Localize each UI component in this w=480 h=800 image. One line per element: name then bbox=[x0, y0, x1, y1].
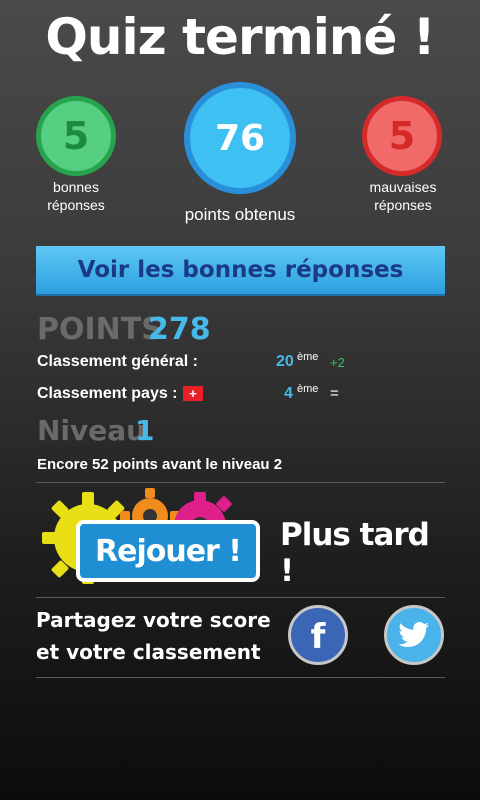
share-prompt-line2: et votre classement bbox=[36, 640, 261, 664]
twitter-icon bbox=[398, 622, 429, 647]
general-rank-value: 20 bbox=[276, 353, 294, 370]
wrong-answers-caption: mauvaises réponses bbox=[352, 178, 454, 214]
share-prompt: Partagez votre score et votre classement bbox=[36, 604, 276, 668]
later-button[interactable]: Plus tard ! bbox=[280, 517, 445, 589]
correct-caption-line2: réponses bbox=[47, 197, 105, 213]
country-rank-change: = bbox=[330, 385, 339, 402]
general-rank-suffix: ème bbox=[297, 351, 319, 363]
total-points-label: POINTS bbox=[37, 312, 163, 347]
correct-caption-line1: bonnes bbox=[53, 179, 99, 195]
view-correct-answers-button[interactable]: Voir les bonnes réponses bbox=[36, 246, 445, 296]
points-earned-badge: 76 bbox=[184, 82, 296, 194]
twitter-share-button[interactable] bbox=[384, 605, 444, 665]
correct-answers-caption: bonnes réponses bbox=[26, 178, 126, 214]
wrong-answers-badge: 5 bbox=[362, 96, 442, 176]
level-value: 1 bbox=[135, 414, 155, 447]
divider bbox=[36, 677, 445, 678]
wrong-caption-line1: mauvaises bbox=[369, 179, 437, 195]
divider bbox=[36, 482, 445, 483]
level-progress-info: Encore 52 points avant le niveau 2 bbox=[37, 456, 283, 473]
share-prompt-line1: Partagez votre score bbox=[36, 608, 271, 632]
points-earned-caption: points obtenus bbox=[184, 205, 296, 224]
total-points-value: 278 bbox=[148, 312, 211, 347]
replay-button[interactable]: Rejouer ! bbox=[76, 520, 260, 582]
divider bbox=[36, 597, 445, 598]
switzerland-flag-icon: + bbox=[183, 386, 203, 401]
country-rank-value: 4 bbox=[284, 385, 293, 402]
facebook-share-button[interactable]: f bbox=[288, 605, 348, 665]
page-title: Quiz terminé ! bbox=[45, 8, 435, 66]
level-label: Niveau bbox=[37, 414, 147, 447]
country-rank-label: Classement pays : bbox=[37, 385, 178, 402]
general-rank-change: +2 bbox=[330, 355, 345, 370]
country-rank-suffix: ème bbox=[297, 383, 319, 395]
correct-answers-badge: 5 bbox=[36, 96, 116, 176]
wrong-caption-line2: réponses bbox=[374, 197, 432, 213]
general-rank-label: Classement général : bbox=[37, 353, 198, 370]
facebook-icon: f bbox=[310, 617, 326, 657]
